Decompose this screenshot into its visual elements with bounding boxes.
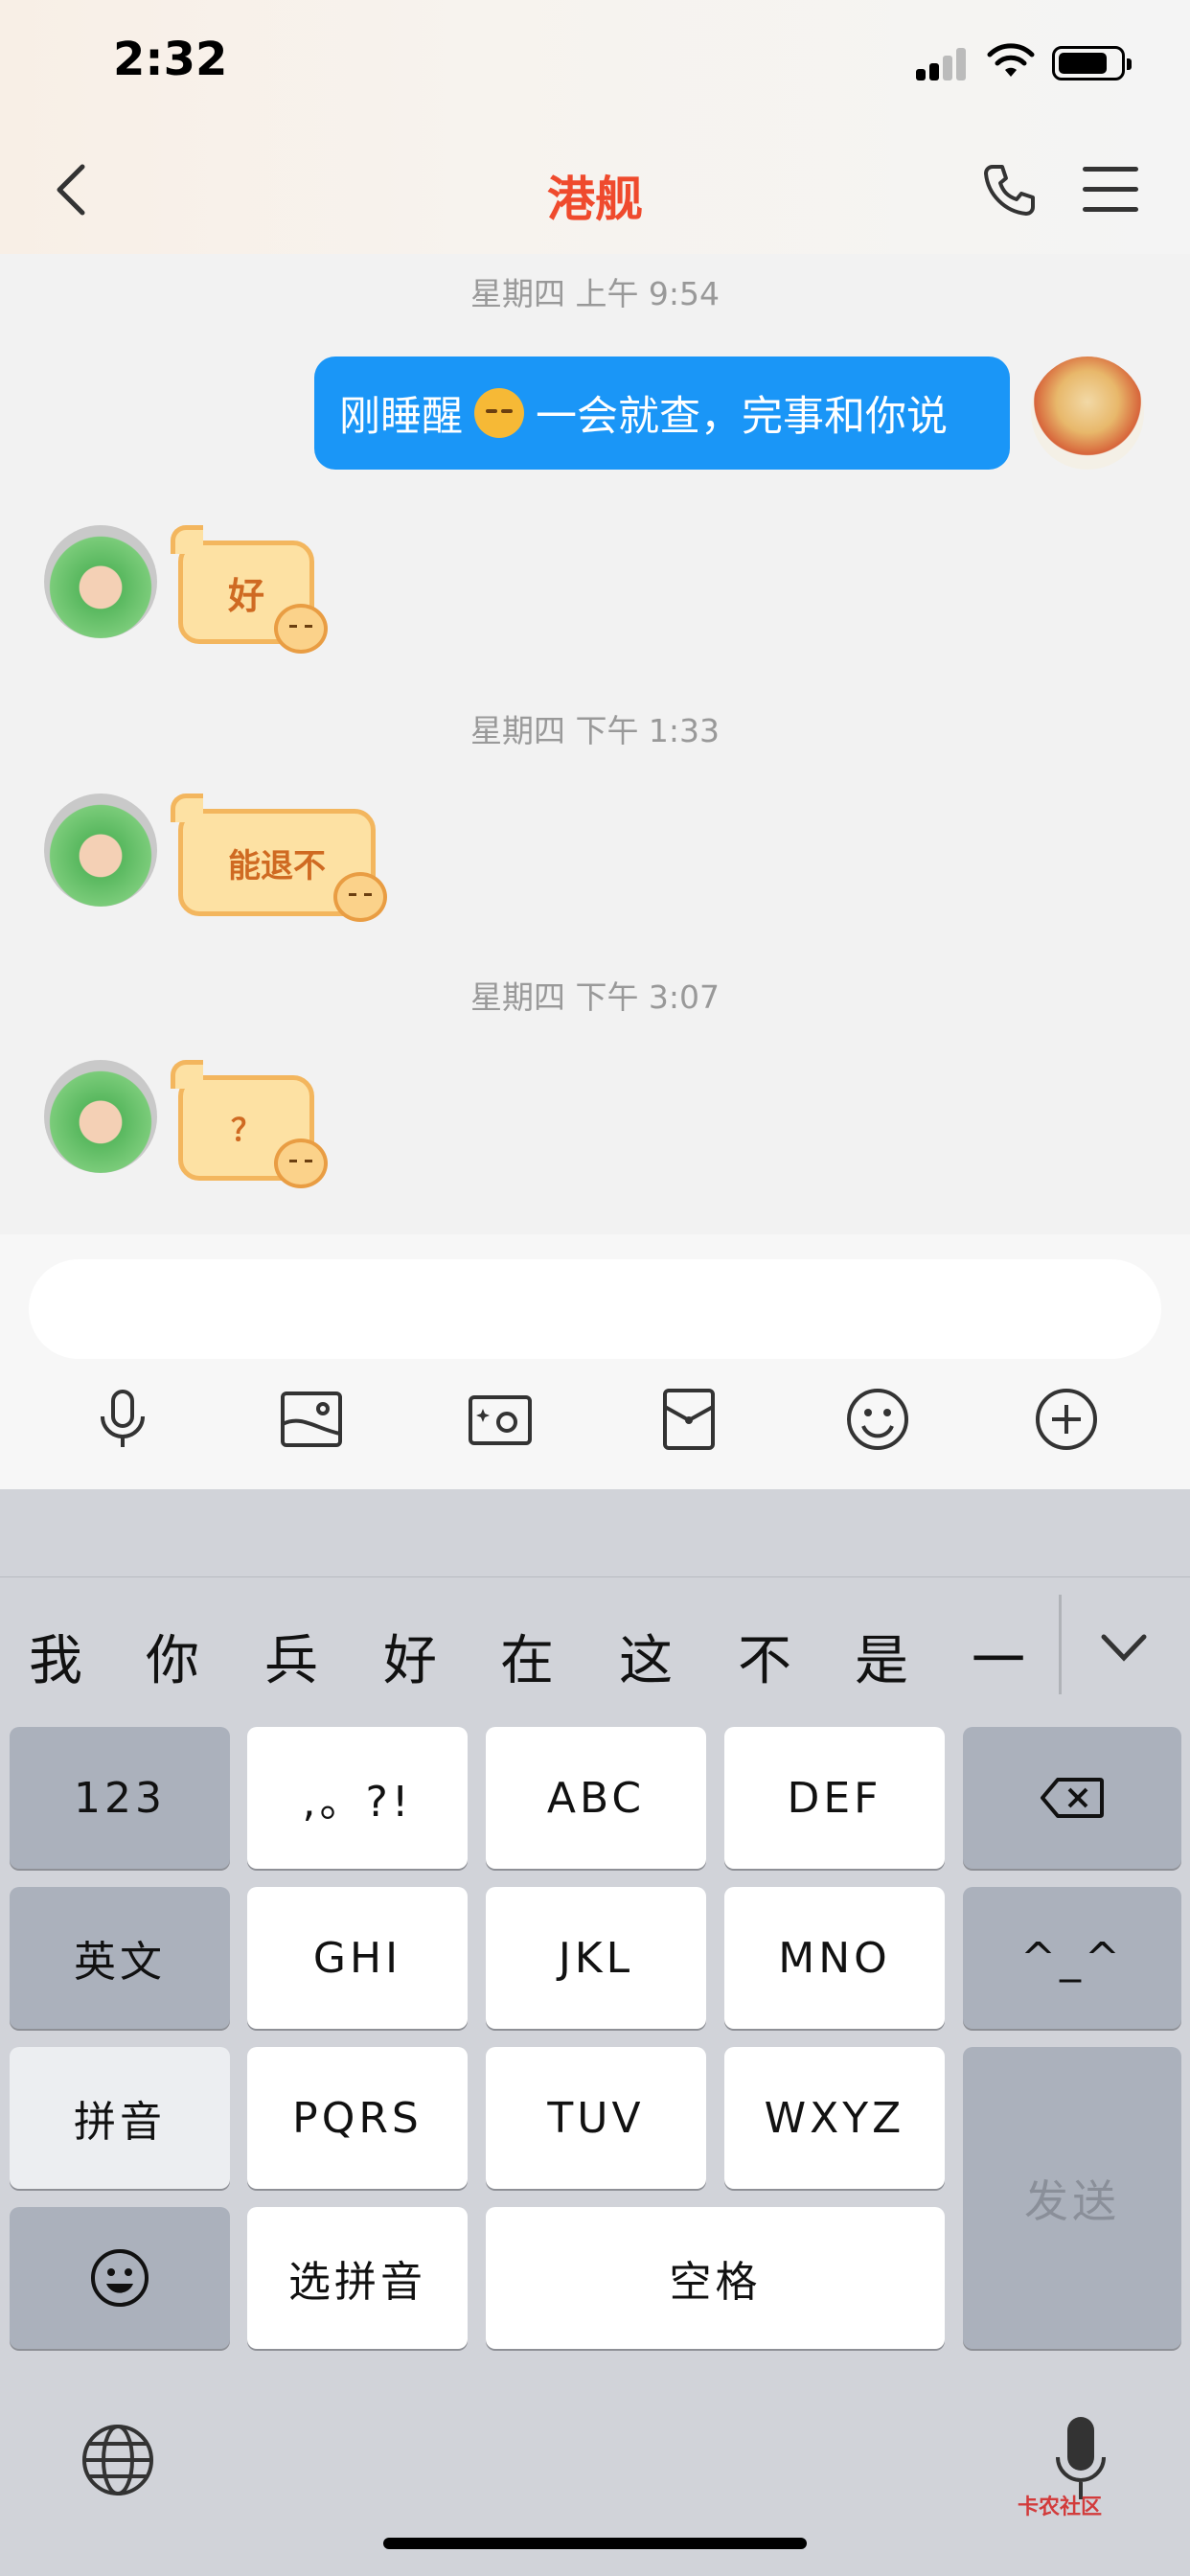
- sticker-message[interactable]: ？: [169, 1060, 332, 1194]
- timestamp: 星期四 下午 3:07: [469, 978, 721, 1016]
- sticker-message[interactable]: 能退不: [169, 794, 389, 928]
- cat-icon: [274, 604, 328, 654]
- key-def[interactable]: DEF: [724, 1727, 945, 1869]
- status-time: 2:32: [113, 33, 228, 86]
- message-text: 一会就查，完事和你说: [536, 393, 948, 441]
- key-wxyz[interactable]: WXYZ: [724, 2047, 945, 2189]
- key-tuv[interactable]: TUV: [486, 2047, 706, 2189]
- key-pinyin[interactable]: 拼音: [10, 2047, 230, 2189]
- home-indicator[interactable]: [383, 2538, 807, 2549]
- my-message-bubble[interactable]: 刚睡醒 一会就查，完事和你说: [314, 356, 1010, 470]
- backspace-key[interactable]: [963, 1727, 1181, 1869]
- timestamp: 星期四 下午 1:33: [469, 712, 721, 749]
- keyboard: 我 你 兵 好 在 这 不 是 一: [0, 1489, 1190, 2576]
- key-jkl[interactable]: JKL: [486, 1887, 706, 2029]
- menu-button[interactable]: [1083, 165, 1138, 215]
- image-icon[interactable]: [278, 1386, 345, 1453]
- space-key[interactable]: 空格: [486, 2207, 945, 2349]
- my-avatar[interactable]: [1031, 356, 1144, 470]
- emoji-icon[interactable]: [844, 1386, 911, 1453]
- phone-call-button[interactable]: [981, 161, 1039, 218]
- contact-avatar[interactable]: [44, 794, 157, 907]
- candidate-word[interactable]: 是: [855, 1618, 908, 1695]
- smiley-icon: [91, 2249, 149, 2307]
- collapse-candidates-button[interactable]: [1100, 1631, 1148, 1666]
- candidate-bar: 我 你 兵 好 在 这 不 是 一: [0, 1577, 1190, 1712]
- contact-avatar[interactable]: [44, 1060, 157, 1173]
- timestamp: 星期四 上午 9:54: [469, 275, 721, 312]
- candidate-word[interactable]: 在: [500, 1618, 554, 1695]
- microphone-icon[interactable]: [89, 1386, 156, 1453]
- candidate-word[interactable]: 兵: [264, 1618, 318, 1695]
- key-numbers[interactable]: 123: [10, 1727, 230, 1869]
- cat-icon: [333, 872, 387, 922]
- candidate-word[interactable]: 你: [146, 1618, 199, 1695]
- globe-icon[interactable]: [80, 2423, 155, 2497]
- key-abc[interactable]: ABC: [486, 1727, 706, 1869]
- key-english[interactable]: 英文: [10, 1887, 230, 2029]
- backspace-icon: [1041, 1778, 1104, 1818]
- red-packet-icon[interactable]: [655, 1386, 722, 1453]
- candidate-word[interactable]: 好: [383, 1618, 437, 1695]
- key-mno[interactable]: MNO: [724, 1887, 945, 2029]
- send-key[interactable]: 发送: [963, 2047, 1181, 2349]
- key-emoticon[interactable]: ^_^: [963, 1887, 1181, 2029]
- battery-icon: [1052, 46, 1132, 80]
- key-pqrs[interactable]: PQRS: [247, 2047, 468, 2189]
- cat-icon: [274, 1138, 328, 1188]
- message-input[interactable]: [29, 1259, 1161, 1359]
- candidate-word[interactable]: 不: [738, 1618, 791, 1695]
- emoji-key[interactable]: [10, 2207, 230, 2349]
- wifi-icon: [987, 43, 1035, 77]
- camera-icon[interactable]: [467, 1386, 534, 1453]
- cellular-signal-icon: [916, 46, 970, 80]
- key-ghi[interactable]: GHI: [247, 1887, 468, 2029]
- message-text: 刚睡醒: [339, 393, 463, 441]
- key-punctuation[interactable]: ,。?!: [247, 1727, 468, 1869]
- contact-avatar[interactable]: [44, 525, 157, 638]
- sleepy-face-icon: [474, 388, 524, 438]
- candidate-word[interactable]: 这: [619, 1618, 673, 1695]
- plus-icon[interactable]: [1033, 1386, 1100, 1453]
- sticker-message[interactable]: 好: [169, 525, 332, 659]
- watermark: 卡农社区: [1018, 2496, 1103, 2519]
- composer: [0, 1234, 1190, 1489]
- key-select-pinyin[interactable]: 选拼音: [247, 2207, 468, 2349]
- candidate-word[interactable]: 一: [972, 1618, 1025, 1695]
- top-bar: 2:32 港舰: [0, 0, 1190, 254]
- candidate-word[interactable]: 我: [29, 1618, 82, 1695]
